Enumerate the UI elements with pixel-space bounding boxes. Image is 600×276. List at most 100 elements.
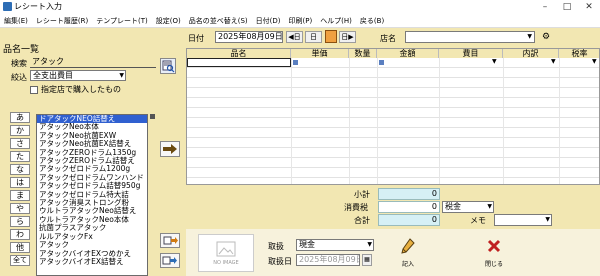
column-header-item[interactable]: 品名: [187, 49, 291, 58]
grid-col-line: [439, 58, 440, 184]
store-filter-label: 指定店で購入したもの: [41, 85, 121, 94]
close-window-button[interactable]: ✕: [578, 0, 600, 14]
image-placeholder-icon: [216, 241, 236, 257]
grid-row-line: [187, 87, 599, 88]
date-input[interactable]: 2025年08月09日: [215, 31, 283, 43]
kana-ra-button[interactable]: ら: [10, 216, 30, 227]
kana-ta-button[interactable]: た: [10, 151, 30, 162]
handling-select-value: 現金: [299, 240, 315, 249]
menu-template[interactable]: テンプレート(T): [92, 14, 152, 26]
prev-day-button[interactable]: ◀日: [286, 31, 303, 43]
menu-print[interactable]: 印刷(P): [285, 14, 317, 26]
handling-date-input[interactable]: 2025年08月09日: [296, 254, 360, 266]
chevron-down-icon: ▼: [487, 203, 492, 210]
grid-row-line: [187, 127, 599, 128]
grid-row-line: [187, 167, 599, 168]
menu-bar: 編集(E) レシート履歴(R) テンプレート(T) 設定(O) 品名の並べ替え(S) 日付…: [0, 14, 600, 28]
calc-icon[interactable]: [379, 60, 384, 65]
receipt-image[interactable]: NO IMAGE: [198, 234, 254, 272]
chevron-down-icon[interactable]: ▼: [592, 58, 597, 65]
menu-help[interactable]: ヘルプ(H): [316, 14, 356, 26]
chevron-down-icon: ▼: [545, 216, 550, 223]
calc-icon[interactable]: [293, 60, 298, 65]
item-list[interactable]: ドアタックNEO詰替え アタックNeo本体 アタックNeo抗菌EXW アタックN…: [36, 114, 148, 276]
column-header-category[interactable]: 費目: [439, 49, 503, 58]
grid-row-line: [187, 77, 599, 78]
today-button[interactable]: 日: [305, 31, 322, 43]
menu-sort-items[interactable]: 品名の並べ替え(S): [185, 14, 252, 26]
app-icon: [3, 2, 12, 11]
pencil-icon: [401, 238, 415, 254]
kana-ha-button[interactable]: は: [10, 177, 30, 188]
list-item[interactable]: アタックバイオEX詰替え: [37, 257, 147, 266]
gear-icon[interactable]: ⚙: [542, 32, 550, 42]
main-panel: 品名一覧 検索 アタック 絞込 全支出費目 ▼ 指定店で購入したもの あ か さ…: [0, 28, 600, 276]
tax-value[interactable]: 0: [378, 201, 440, 213]
filter-select[interactable]: 全支出費目 ▼: [30, 70, 126, 81]
no-image-text: NO IMAGE: [213, 260, 239, 266]
grid-col-line: [559, 58, 560, 184]
kana-wa-button[interactable]: わ: [10, 229, 30, 240]
grid-row-line: [187, 107, 599, 108]
column-header-tax-rate[interactable]: 税率: [559, 49, 599, 58]
close-button-label: 閉じる: [484, 261, 503, 268]
column-header-amount[interactable]: 金額: [377, 49, 439, 58]
column-header-unit-price[interactable]: 単価: [291, 49, 349, 58]
menu-date[interactable]: 日付(D): [252, 14, 285, 26]
kana-sa-button[interactable]: さ: [10, 138, 30, 149]
grid-col-line: [503, 58, 504, 184]
grid-col-line: [377, 58, 378, 184]
chevron-down-icon: ▼: [367, 241, 372, 248]
search-input[interactable]: アタック: [30, 57, 156, 68]
receipt-grid[interactable]: 品名 単価 数量 金額 費目 内訳 税率 ▼ ▼ ▼: [186, 48, 600, 185]
kana-na-button[interactable]: な: [10, 164, 30, 175]
store-label: 店名: [380, 34, 396, 43]
chevron-down-icon[interactable]: ▼: [551, 58, 556, 65]
maximize-button[interactable]: □: [556, 0, 578, 14]
kana-other-button[interactable]: 他: [10, 242, 30, 253]
grid-active-cell[interactable]: [187, 58, 291, 67]
kana-a-button[interactable]: あ: [10, 112, 30, 123]
kana-all-button[interactable]: 全て: [10, 255, 30, 266]
next-arrow-icon: 日▶: [341, 33, 354, 41]
grid-row-line: [187, 177, 599, 178]
close-button[interactable]: 閉じる: [482, 238, 506, 272]
memo-select[interactable]: ▼: [494, 214, 552, 226]
copy-item-button[interactable]: [160, 253, 180, 268]
menu-edit[interactable]: 編集(E): [0, 14, 32, 26]
tax-mode-value: 税金: [445, 202, 461, 211]
entry-button[interactable]: 記入: [398, 238, 418, 272]
column-header-breakdown[interactable]: 内訳: [503, 49, 559, 58]
title-bar: レシート入力 – □ ✕: [0, 0, 600, 14]
subtotal-value: 0: [378, 188, 440, 200]
add-item-button[interactable]: [160, 141, 180, 157]
prev-arrow-icon: ◀日: [288, 33, 301, 41]
grid-row-line: [187, 137, 599, 138]
filter-select-value: 全支出費目: [33, 71, 73, 80]
store-select[interactable]: ▼: [405, 31, 535, 43]
copy-arrow-icon: [162, 256, 177, 265]
menu-back[interactable]: 戻る(B): [356, 14, 388, 26]
search-settings-button[interactable]: [160, 58, 176, 74]
kana-ya-button[interactable]: や: [10, 203, 30, 214]
move-item-button[interactable]: [160, 233, 180, 248]
arrow-right-icon: [163, 144, 177, 154]
chevron-down-icon[interactable]: ▼: [492, 58, 497, 65]
calendar-small-icon: ▦: [364, 256, 370, 263]
next-day-button[interactable]: 日▶: [339, 31, 356, 43]
minimize-button[interactable]: –: [534, 0, 556, 14]
store-filter-checkbox[interactable]: [30, 86, 38, 94]
list-resize-handle[interactable]: [150, 114, 155, 119]
calendar-icon[interactable]: [325, 30, 337, 43]
column-header-quantity[interactable]: 数量: [349, 49, 377, 58]
window-title: レシート入力: [14, 2, 62, 11]
subtotal-label: 小計: [354, 190, 370, 199]
menu-settings[interactable]: 設定(O): [152, 14, 185, 26]
handling-select[interactable]: 現金 ▼: [296, 239, 374, 251]
handling-date-button[interactable]: ▦: [362, 254, 372, 266]
grid-col-line: [349, 58, 350, 184]
kana-ka-button[interactable]: か: [10, 125, 30, 136]
kana-ma-button[interactable]: ま: [10, 190, 30, 201]
menu-receipt-history[interactable]: レシート履歴(R): [32, 14, 92, 26]
tax-mode-select[interactable]: 税金 ▼: [442, 201, 494, 213]
